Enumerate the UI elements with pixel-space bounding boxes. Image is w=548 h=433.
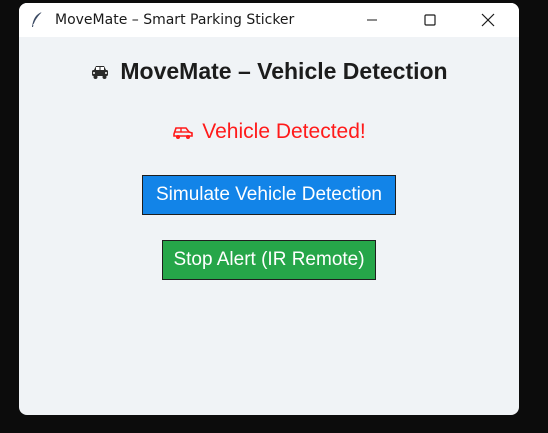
detection-status: Vehicle Detected! — [19, 120, 519, 144]
title-bar[interactable]: MoveMate – Smart Parking Sticker — [19, 3, 519, 37]
page-title: MoveMate – Vehicle Detection — [120, 58, 448, 84]
page-heading: MoveMate – Vehicle Detection — [19, 58, 519, 85]
minimize-button[interactable] — [349, 3, 395, 37]
maximize-button[interactable] — [407, 3, 453, 37]
window-title: MoveMate – Smart Parking Sticker — [55, 12, 295, 28]
car-icon — [173, 127, 194, 139]
car-icon — [92, 65, 109, 79]
feather-icon — [32, 11, 43, 27]
stop-alert-button[interactable]: Stop Alert (IR Remote) — [162, 240, 376, 280]
close-icon — [481, 13, 495, 27]
app-window: MoveMate – Smart Parking Sticker MoveMat… — [19, 3, 519, 415]
simulate-detection-button[interactable]: Simulate Vehicle Detection — [142, 175, 396, 215]
maximize-icon — [424, 14, 436, 26]
status-text: Vehicle Detected! — [202, 120, 366, 143]
minimize-icon — [367, 19, 377, 21]
close-button[interactable] — [465, 3, 511, 37]
